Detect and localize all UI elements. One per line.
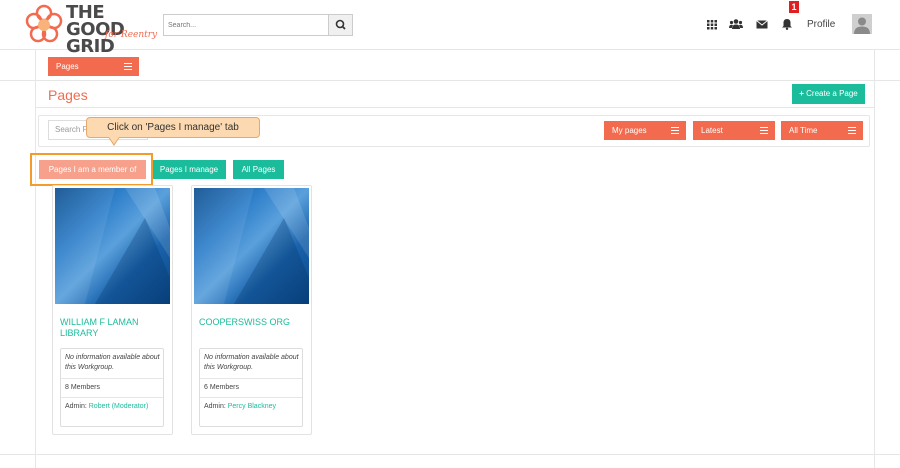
global-search (163, 14, 353, 36)
page-cover-image[interactable] (194, 188, 309, 304)
divider (61, 397, 163, 398)
flower-logo-icon (25, 4, 63, 43)
logo-title-line2: GRID (66, 36, 115, 57)
admin-name-link[interactable]: Robert (Moderator) (89, 403, 149, 410)
mail-icon[interactable] (756, 18, 768, 30)
users-icon[interactable] (729, 18, 743, 30)
latest-dropdown[interactable]: Latest (693, 121, 775, 140)
create-page-button[interactable]: + Create a Page (792, 84, 865, 104)
tutorial-tooltip: Click on 'Pages I manage' tab (86, 117, 260, 138)
page-cover-image[interactable] (55, 188, 170, 304)
top-navbar: THE GOOD GRID for Reentry Search... 1 Pr… (0, 0, 900, 56)
profile-link[interactable]: Profile (807, 19, 835, 30)
avatar[interactable] (852, 14, 872, 34)
page-card-admin: Admin: Robert (Moderator) (65, 403, 148, 410)
page-card-info: No information available about this Work… (199, 348, 303, 427)
site-logo[interactable]: THE GOOD GRID for Reentry (22, 2, 162, 56)
admin-prefix: Admin: (204, 403, 226, 410)
menu-icon (671, 127, 679, 134)
bell-icon[interactable] (781, 18, 793, 30)
page-card-admin: Admin: Percy Blackney (204, 403, 276, 410)
page-card[interactable]: WILLIAM F LAMAN LIBRARY No information a… (52, 185, 173, 435)
pages-menu-dropdown[interactable]: Pages (48, 57, 139, 76)
content-right-border (874, 50, 875, 468)
page-card-description: No information available about this Work… (65, 354, 160, 371)
my-pages-dropdown[interactable]: My pages (604, 121, 686, 140)
page-card-description: No information available about this Work… (204, 354, 299, 371)
tooltip-pointer-fill (109, 137, 119, 144)
plus-icon: + (799, 89, 804, 98)
user-avatar-icon (852, 14, 872, 34)
tab-all-pages[interactable]: All Pages (233, 160, 284, 179)
page-card[interactable]: COOPERSWISS ORG No information available… (191, 185, 312, 435)
create-page-label: Create a Page (806, 89, 858, 98)
tab-pages-i-manage[interactable]: Pages I manage (152, 160, 226, 179)
page-title: Pages (48, 87, 88, 103)
time-range-dropdown[interactable]: All Time (781, 121, 863, 140)
divider (200, 378, 302, 379)
cover-pattern-image (55, 188, 170, 304)
page-card-title[interactable]: COOPERSWISS ORG (199, 317, 304, 328)
title-divider (35, 107, 875, 108)
footer-divider (0, 454, 900, 455)
content-left-border (35, 50, 36, 468)
admin-prefix: Admin: (65, 403, 87, 410)
notification-badge: 1 (789, 1, 799, 13)
latest-label: Latest (701, 126, 723, 135)
page-card-members: 8 Members (65, 384, 101, 391)
divider (61, 378, 163, 379)
menu-icon (760, 127, 768, 134)
page-card-title[interactable]: WILLIAM F LAMAN LIBRARY (60, 317, 165, 339)
tutorial-highlight-box (30, 153, 153, 186)
admin-name-link[interactable]: Percy Blackney (228, 403, 276, 410)
menu-icon (848, 127, 856, 134)
time-range-label: All Time (789, 126, 818, 135)
subnav-divider (0, 80, 900, 81)
divider (200, 397, 302, 398)
search-button[interactable] (328, 15, 352, 35)
cover-pattern-image (194, 188, 309, 304)
logo-subtitle: for Reentry (105, 30, 158, 40)
pages-menu-label: Pages (56, 62, 79, 71)
page-card-members: 6 Members (204, 384, 240, 391)
page-card-info: No information available about this Work… (60, 348, 164, 427)
my-pages-label: My pages (612, 126, 647, 135)
apps-grid-icon[interactable] (706, 18, 718, 30)
search-input[interactable] (164, 15, 328, 35)
menu-icon (124, 63, 132, 70)
search-icon (335, 19, 346, 30)
